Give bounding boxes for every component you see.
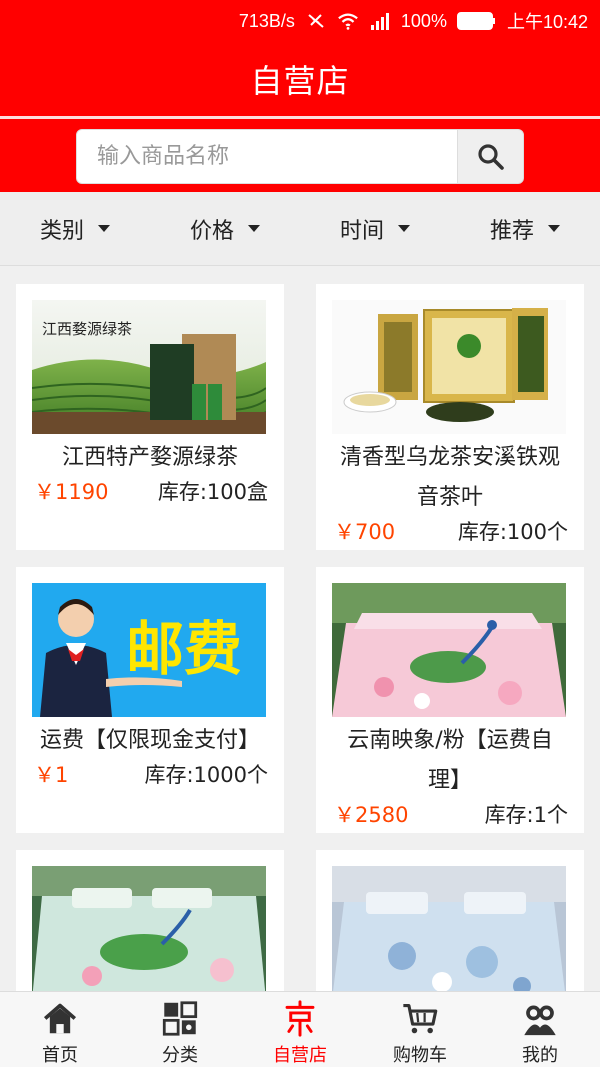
product-image-floral-blue <box>332 866 566 991</box>
product-name-line: 清香型乌龙茶安溪铁观 <box>339 445 560 470</box>
product-name-line: 理】 <box>427 768 472 793</box>
search-box <box>76 129 458 184</box>
title-bar: 自营店 <box>0 42 600 116</box>
product-name-line: 云南映象/粉【运费自 <box>347 728 553 753</box>
product-card[interactable]: 邮费 运费【仅限现金支付】 ￥1 库存:1000个 <box>16 567 284 833</box>
product-name: 运费【仅限现金支付】 <box>39 728 260 753</box>
wifi-icon <box>338 13 358 30</box>
filter-time[interactable]: 时间 <box>300 192 450 265</box>
product-image-peacock-green <box>32 866 266 991</box>
filter-label: 时间 <box>339 218 384 244</box>
bottom-nav: 首页 分类 自营店 购物车 我的 <box>0 991 600 1067</box>
filter-bar: 类别 价格 时间 推荐 <box>0 192 600 266</box>
search-icon <box>477 143 504 170</box>
search-area <box>0 119 600 192</box>
product-meta: ￥1 库存:1000个 <box>34 759 268 789</box>
vibrate-icon <box>308 14 324 28</box>
product-name-line: 音茶叶 <box>416 485 483 510</box>
product-price: ￥2580 <box>334 803 409 827</box>
product-price: ￥700 <box>334 520 396 544</box>
nav-label: 分类 <box>162 1045 198 1066</box>
product-stock: 库存:1000个 <box>144 763 268 787</box>
product-card[interactable]: 清香型乌龙茶安溪铁观 音茶叶 ￥700 库存:100个 <box>316 284 584 550</box>
caret-down-icon <box>248 225 260 232</box>
product-image-green-tea: 江西婺源绿茶 <box>32 300 266 434</box>
product-image-peacock-pink <box>332 583 566 717</box>
status-right: 713B/s 100% 上午10:42 <box>239 8 588 34</box>
nav-label: 首页 <box>42 1045 78 1066</box>
status-bar: 713B/s 100% 上午10:42 <box>0 0 600 42</box>
filter-label: 推荐 <box>489 218 534 244</box>
battery-icon <box>456 12 495 30</box>
product-stock: 库存:100个 <box>457 520 568 544</box>
product-meta: ￥700 库存:100个 <box>334 516 568 546</box>
caret-down-icon <box>548 225 560 232</box>
profile-icon <box>524 1005 556 1036</box>
product-card[interactable]: 江西婺源绿茶 江西特产婺源绿茶 ￥1190 库存:100盒 <box>16 284 284 550</box>
filter-recommend[interactable]: 推荐 <box>450 192 600 265</box>
nav-category[interactable]: 分类 <box>120 992 240 1067</box>
battery-percent: 100% <box>400 10 447 31</box>
product-stock: 库存:1个 <box>484 803 568 827</box>
filter-category[interactable]: 类别 <box>0 192 150 265</box>
page-title: 自营店 <box>250 62 350 100</box>
product-meta: ￥1190 库存:100盒 <box>34 476 268 506</box>
category-icon <box>162 1001 198 1036</box>
cart-icon <box>403 1003 438 1034</box>
banner-text: 邮费 <box>126 615 242 683</box>
nav-cart[interactable]: 购物车 <box>360 992 480 1067</box>
home-icon <box>43 1003 77 1034</box>
nav-home[interactable]: 首页 <box>0 992 120 1067</box>
product-stock: 库存:100盒 <box>157 480 268 504</box>
product-card[interactable]: 云南映象/粉【运费自 理】 ￥2580 库存:1个 <box>316 567 584 833</box>
filter-label: 价格 <box>189 218 234 244</box>
nav-profile[interactable]: 我的 <box>480 992 600 1067</box>
filter-price[interactable]: 价格 <box>150 192 300 265</box>
product-grid: 江西婺源绿茶 江西特产婺源绿茶 ￥1190 库存:100盒 清香型乌龙茶安溪铁观… <box>0 266 600 991</box>
product-name: 云南映象/粉【运费自 理】 <box>324 721 576 801</box>
product-image-oolong <box>332 300 566 434</box>
product-price: ￥1190 <box>34 480 109 504</box>
jd-store-icon <box>285 1000 315 1037</box>
caret-down-icon <box>398 225 410 232</box>
nav-label: 我的 <box>522 1045 558 1066</box>
search-button[interactable] <box>457 129 524 184</box>
product-meta: ￥2580 库存:1个 <box>334 799 568 829</box>
network-speed: 713B/s <box>238 10 295 31</box>
product-card[interactable] <box>316 850 584 991</box>
filter-label: 类别 <box>39 218 84 244</box>
nav-label: 购物车 <box>393 1045 447 1066</box>
product-price: ￥1 <box>34 763 69 787</box>
nav-store[interactable]: 自营店 <box>240 992 360 1067</box>
search-input[interactable] <box>97 144 457 169</box>
status-time: 上午10:42 <box>506 12 588 32</box>
signal-icon <box>370 13 389 30</box>
product-card[interactable] <box>16 850 284 991</box>
product-name: 清香型乌龙茶安溪铁观 音茶叶 <box>324 438 576 518</box>
product-image-postage: 邮费 <box>32 583 266 717</box>
product-name: 江西特产婺源绿茶 <box>61 445 238 470</box>
nav-label: 自营店 <box>273 1045 327 1066</box>
svg-text:江西婺源绿茶: 江西婺源绿茶 <box>42 320 132 338</box>
caret-down-icon <box>98 225 110 232</box>
